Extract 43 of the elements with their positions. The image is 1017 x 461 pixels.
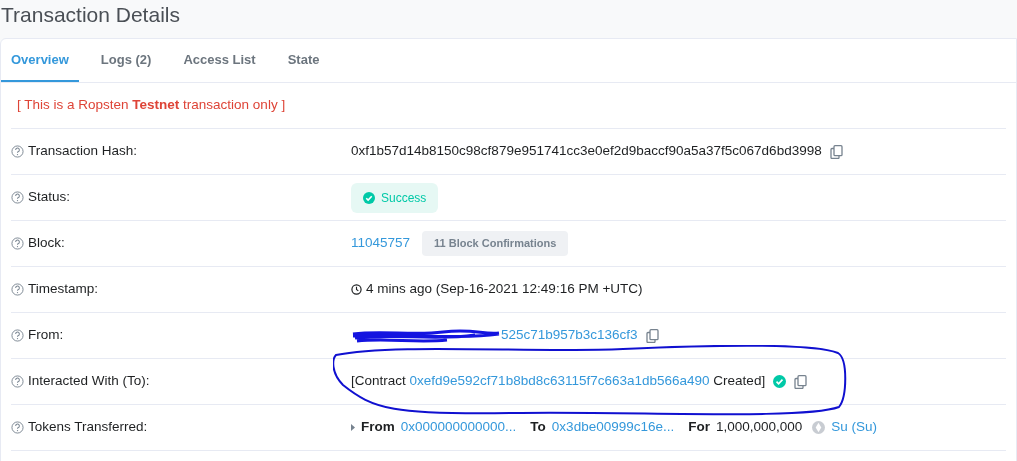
check-circle-icon <box>363 191 375 204</box>
contract-address-link[interactable]: 0xefd9e592cf71b8bd8c63115f7c663a1db566a490 <box>409 373 710 389</box>
tab[interactable]: Overview <box>1 39 79 82</box>
to-address-link[interactable]: 0x3dbe00999c16e... <box>551 417 675 438</box>
block-link[interactable]: 11045757 <box>351 233 411 254</box>
testnet-notice: [ This is a Ropsten Testnet transaction only ] <box>17 96 286 115</box>
field-label: Status: <box>28 188 71 207</box>
tab[interactable]: Access List <box>173 39 266 82</box>
field-label: Block: <box>28 234 65 253</box>
field-label: Transaction Hash: <box>28 142 138 161</box>
clock-icon <box>351 284 362 295</box>
token-link[interactable]: Su (Su) <box>831 417 878 438</box>
help-icon <box>11 421 24 434</box>
help-icon <box>11 145 24 158</box>
tab[interactable]: State <box>277 39 330 82</box>
token-icon <box>812 421 826 434</box>
field-label: From: <box>28 326 64 345</box>
field-label: Timestamp: <box>28 280 98 299</box>
transaction-hash: 0xf1b57d14b8150c98cf879e951741cc3e0ef2d9baccf90a5a37f5c067d6bd3998 <box>351 142 822 161</box>
status-badge: Success <box>351 182 439 213</box>
token-amount: 1,000,000,000 <box>715 418 803 437</box>
contract-created-text: [Contract 0xefd9e592cf71b8bd8c63115f7c663a1db566a490 Created] <box>351 372 766 391</box>
field-label: Tokens Transferred: <box>28 418 148 437</box>
confirmations-badge: 11 Block Confirmations <box>422 231 569 256</box>
timestamp-text: 4 mins ago (Sep-16-2021 12:49:16 PM +UTC) <box>366 280 643 299</box>
field-label: Interacted With (To): <box>28 372 150 391</box>
check-circle-icon <box>773 375 787 388</box>
from-address-link[interactable]: 0x000000000000... <box>400 417 517 438</box>
copy-icon[interactable] <box>645 328 659 343</box>
copy-icon[interactable] <box>829 144 843 159</box>
tab[interactable]: Logs (2) <box>90 39 162 82</box>
to-label: To <box>530 418 546 437</box>
help-icon <box>11 191 24 204</box>
caret-icon <box>351 424 355 431</box>
help-icon <box>11 329 24 342</box>
help-icon <box>11 237 24 250</box>
from-label: From <box>361 418 395 437</box>
help-icon <box>11 283 24 296</box>
copy-icon[interactable] <box>794 374 808 389</box>
from-address-link[interactable]: 525c71b957b3c136cf3 <box>501 325 638 346</box>
help-icon <box>11 375 24 388</box>
page-title: Transaction Details <box>0 2 181 28</box>
for-label: For <box>688 418 710 437</box>
